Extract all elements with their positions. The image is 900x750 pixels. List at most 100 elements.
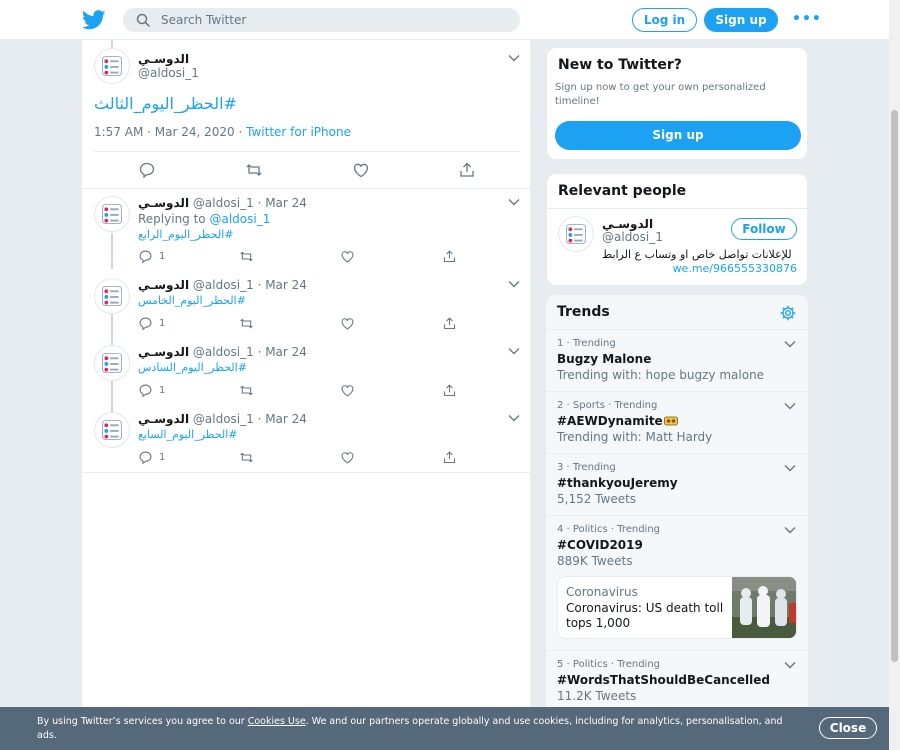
chevron-down-icon[interactable] [784,526,796,534]
reply-icon[interactable] [138,450,153,465]
retweet-icon[interactable] [239,450,254,465]
share-icon[interactable] [442,383,457,398]
reply-icon[interactable] [138,161,156,179]
scrollbar-thumb[interactable] [891,110,898,662]
reply-icon[interactable] [138,249,153,264]
reply-icon[interactable] [138,383,153,398]
trends-header: Trends [546,295,808,330]
trend-item[interactable]: 1 · Trending Bugzy Malone Trending with:… [546,330,808,392]
retweet-icon[interactable] [239,383,254,398]
handle-date[interactable]: @aldosi_1 · Mar 24 [193,345,307,359]
tweet-actions: 1 [138,450,478,468]
share-icon[interactable] [442,249,457,264]
avatar[interactable] [94,412,130,448]
cookies-use-link[interactable]: Cookies Use [248,716,306,727]
trend-meta: 3 · Trending [557,462,616,473]
handle-date[interactable]: @aldosi_1 · Mar 24 [193,196,307,210]
trend-item[interactable]: 4 · Politics · Trending #COVID2019 889K … [546,516,808,651]
retweet-icon[interactable] [245,161,263,179]
author-name[interactable]: الدوسـي [138,52,189,66]
trend-name[interactable]: #COVID2019 [557,538,643,552]
like-icon[interactable] [352,161,370,179]
trend-subtitle: Trending with: Matt Hardy [557,430,713,444]
trend-name[interactable]: Bugzy Malone [557,352,651,366]
like-icon[interactable] [340,249,355,264]
avatar[interactable] [558,216,594,252]
signup-button[interactable]: Sign up [555,121,801,150]
trend-item[interactable]: 5 · Politics · Trending #WordsThatShould… [546,651,808,715]
author-name[interactable]: الدوسـي [138,278,189,292]
news-category: Coronavirus [566,585,638,599]
chevron-down-icon[interactable] [508,198,520,206]
author-handle[interactable]: @aldosi_1 [138,66,199,80]
tweet-text[interactable]: #الحظر_اليوم_الخامس [138,294,246,307]
close-button[interactable]: Close [819,717,877,739]
reply-tweet[interactable]: الدوسـي @aldosi_1 · Mar 24 #الحظر_اليوم_… [82,278,530,334]
tweet-text[interactable]: #الحظر_اليوم_الثالث [94,94,237,113]
reply-header: الدوسـي @aldosi_1 · Mar 24 [138,345,307,359]
divider [82,188,530,189]
twitter-logo-icon[interactable] [82,9,106,31]
more-options-icon[interactable]: ••• [792,11,822,27]
tweet-text[interactable]: #الحظر_اليوم_السابع [138,428,238,441]
trend-item[interactable]: 3 · Trending #thankyouJeremy 5,152 Tweet… [546,454,808,516]
share-icon[interactable] [442,450,457,465]
tweet-text[interactable]: #الحظر_اليوم_السادس [138,361,247,374]
avatar[interactable] [94,196,130,232]
bio-link[interactable]: we.me/966555330876 [673,262,797,275]
news-card[interactable]: Coronavirus Coronavirus: US death toll t… [557,576,797,639]
author-name[interactable]: الدوسـي [138,196,189,210]
login-button[interactable]: Log in [632,8,697,32]
card-description: Sign up now to get your own personalized… [555,82,766,107]
retweet-icon[interactable] [239,316,254,331]
follow-button[interactable]: Follow [731,218,797,240]
trends-title: Trends [557,304,610,320]
trend-name[interactable]: #WordsThatShouldBeCancelled [557,673,770,687]
chevron-down-icon[interactable] [508,54,520,62]
chevron-down-icon[interactable] [508,280,520,288]
reply-count: 1 [159,452,166,463]
trend-name[interactable]: #AEWDynamite [557,414,678,428]
person-name[interactable]: الدوسـي [602,217,653,231]
chevron-down-icon[interactable] [508,347,520,355]
chevron-down-icon[interactable] [784,340,796,348]
like-icon[interactable] [340,450,355,465]
search-box[interactable] [123,8,520,32]
like-icon[interactable] [340,316,355,331]
reply-tweet[interactable]: الدوسـي @aldosi_1 · Mar 24 Replying to @… [82,196,530,266]
handle-date[interactable]: @aldosi_1 · Mar 24 [193,412,307,426]
chevron-down-icon[interactable] [508,414,520,422]
chevron-down-icon[interactable] [784,661,796,669]
retweet-icon[interactable] [239,249,254,264]
chevron-down-icon[interactable] [784,464,796,472]
author-name[interactable]: الدوسـي [138,345,189,359]
hashflag-icon [663,416,678,426]
relevant-people-card: Relevant people الدوسـي @aldosi_1 Follow… [546,173,808,286]
share-icon[interactable] [458,161,476,179]
author-name[interactable]: الدوسـي [138,412,189,426]
signup-button[interactable]: Sign up [704,8,778,32]
like-icon[interactable] [340,383,355,398]
handle-date[interactable]: @aldosi_1 · Mar 24 [193,278,307,292]
reply-tweet[interactable]: الدوسـي @aldosi_1 · Mar 24 #الحظر_اليوم_… [82,345,530,401]
tweet-text[interactable]: #الحظر_اليوم_الرابع [138,228,234,241]
news-title[interactable]: Coronavirus: US death toll tops 1,000 [566,601,728,631]
reply-icon[interactable] [138,316,153,331]
cookie-banner: By using Twitter’s services you agree to… [0,707,889,750]
card-title: Relevant people [558,183,687,199]
avatar[interactable] [94,345,130,381]
replying-to-link[interactable]: @aldosi_1 [209,212,270,226]
news-thumbnail [732,577,796,638]
search-input[interactable] [161,10,501,30]
tweet-source[interactable]: Twitter for iPhone [246,125,351,139]
trend-item[interactable]: 2 · Sports · Trending #AEWDynamite Trend… [546,392,808,454]
gear-icon[interactable] [780,305,796,321]
trend-name[interactable]: #thankyouJeremy [557,476,678,490]
share-icon[interactable] [442,316,457,331]
person-handle[interactable]: @aldosi_1 [602,230,663,244]
tweet-timestamp[interactable]: 1:57 AM · Mar 24, 2020 [94,125,235,139]
avatar[interactable] [94,278,130,314]
chevron-down-icon[interactable] [784,402,796,410]
avatar[interactable] [94,48,130,84]
reply-tweet[interactable]: الدوسـي @aldosi_1 · Mar 24 #الحظر_اليوم_… [82,412,530,468]
